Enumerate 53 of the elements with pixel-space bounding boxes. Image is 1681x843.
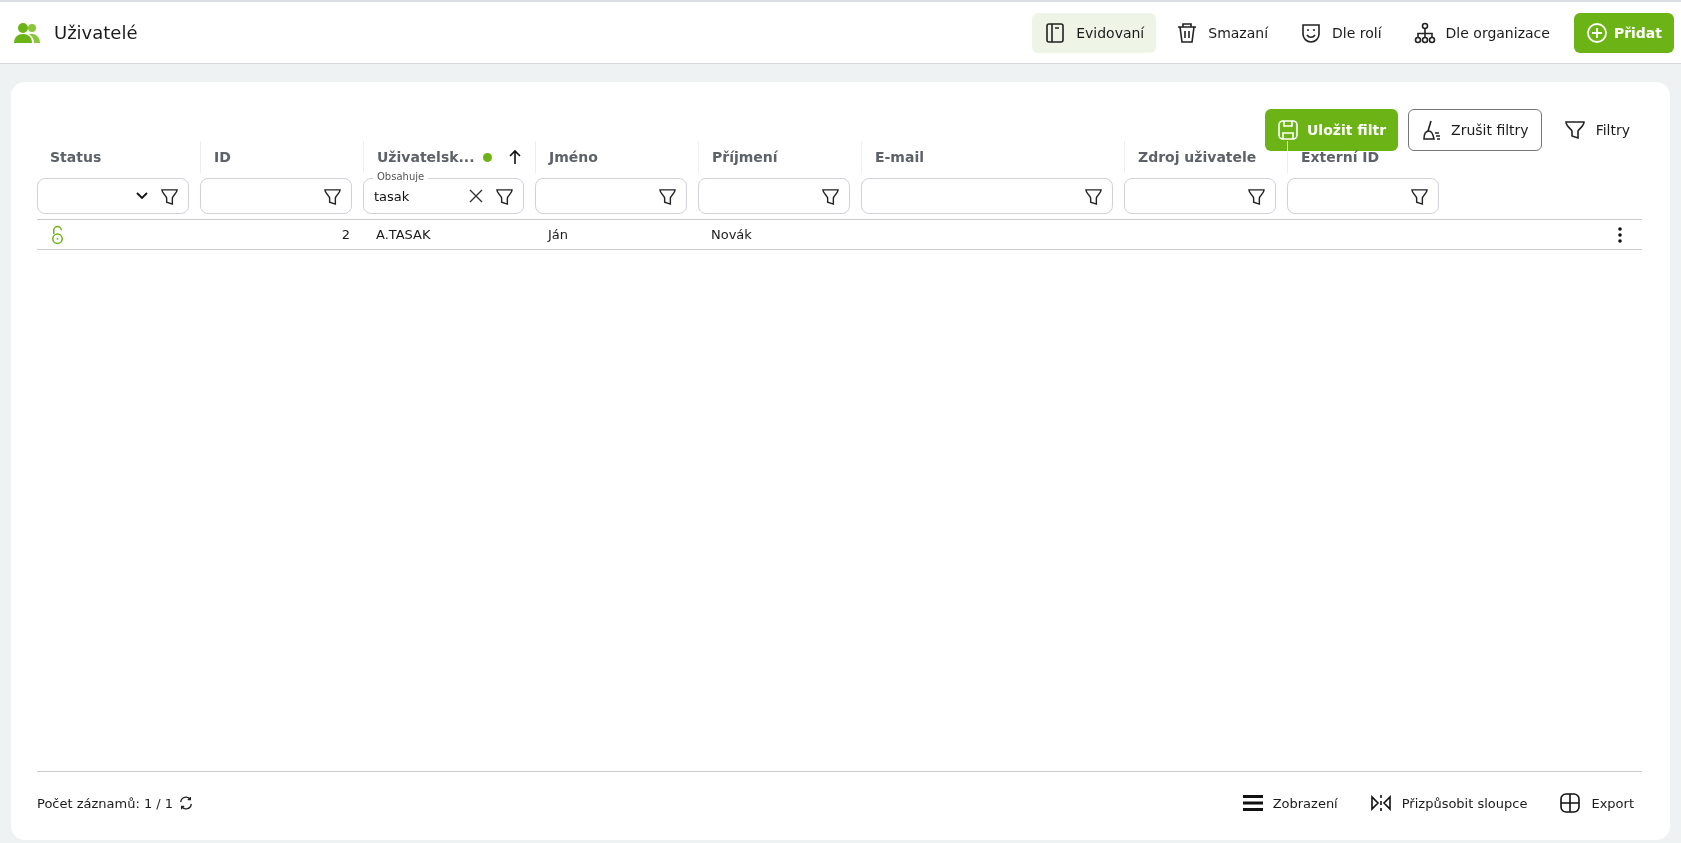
column-header[interactable]: E-mail — [875, 149, 1111, 165]
column-resize-icon — [1369, 794, 1392, 812]
filter-field[interactable] — [861, 178, 1113, 214]
column-header[interactable]: Externí ID — [1301, 149, 1437, 165]
filter-label: Obsahuje — [373, 170, 429, 184]
column-header[interactable]: Status — [50, 149, 187, 165]
table-grid-icon — [1559, 792, 1582, 814]
clear-icon[interactable] — [469, 189, 483, 203]
view-tab[interactable]: Evidovaní — [1032, 12, 1157, 53]
view-tab[interactable]: Dle rolí — [1288, 12, 1394, 53]
menu-icon — [1242, 794, 1263, 812]
filter-field[interactable] — [535, 178, 687, 214]
column-header[interactable]: Příjmení — [712, 149, 848, 165]
smiley-icon — [1300, 21, 1323, 44]
funnel-icon — [1563, 119, 1586, 141]
users-icon — [14, 21, 40, 44]
trash-icon — [1176, 21, 1199, 44]
page-title: Uživatelé — [54, 22, 138, 43]
more-options-icon[interactable] — [1618, 226, 1622, 243]
funnel-icon[interactable] — [821, 186, 840, 206]
column-header[interactable]: ID — [214, 149, 350, 165]
record-count: Počet záznamů: 1 / 1 — [37, 795, 174, 811]
view-tab[interactable]: Dle organizace — [1401, 12, 1562, 53]
funnel-icon[interactable] — [1410, 186, 1429, 206]
view-tab[interactable]: Smazaní — [1164, 12, 1281, 53]
footer-action[interactable]: Zobrazení — [1234, 794, 1346, 812]
chevron-down-icon[interactable] — [136, 192, 148, 200]
funnel-icon[interactable] — [495, 186, 514, 206]
footer-action[interactable]: Export — [1551, 792, 1642, 814]
funnel-icon[interactable] — [658, 186, 677, 206]
column-header[interactable]: Zdroj uživatele — [1138, 149, 1274, 165]
clear-filters-button[interactable]: Zrušit filtry — [1408, 109, 1542, 151]
filter-field[interactable] — [1124, 178, 1276, 214]
table-cell: A.TASAK — [376, 227, 431, 242]
refresh-icon[interactable] — [179, 796, 194, 810]
funnel-icon[interactable] — [160, 186, 179, 206]
filter-field[interactable] — [1287, 178, 1439, 214]
plus-circle-icon — [1585, 21, 1608, 44]
filter-field[interactable] — [698, 178, 850, 214]
table-cell: Ján — [548, 227, 569, 242]
table-cell: Novák — [711, 227, 752, 242]
notebook-icon — [1044, 21, 1067, 44]
table-cell: 2 — [341, 227, 350, 242]
column-header[interactable]: Jméno — [549, 149, 685, 165]
filter-field[interactable] — [200, 178, 352, 214]
column-header[interactable]: Uživatelsk... — [377, 149, 475, 165]
filters-button[interactable]: Filtry — [1551, 109, 1642, 151]
funnel-icon[interactable] — [1084, 186, 1103, 206]
hierarchy-icon — [1413, 21, 1436, 44]
footer-action[interactable]: Přizpůsobit sloupce — [1361, 794, 1536, 812]
sort-ascending-icon[interactable] — [508, 149, 522, 165]
funnel-icon[interactable] — [323, 186, 342, 206]
funnel-icon[interactable] — [1247, 186, 1266, 206]
